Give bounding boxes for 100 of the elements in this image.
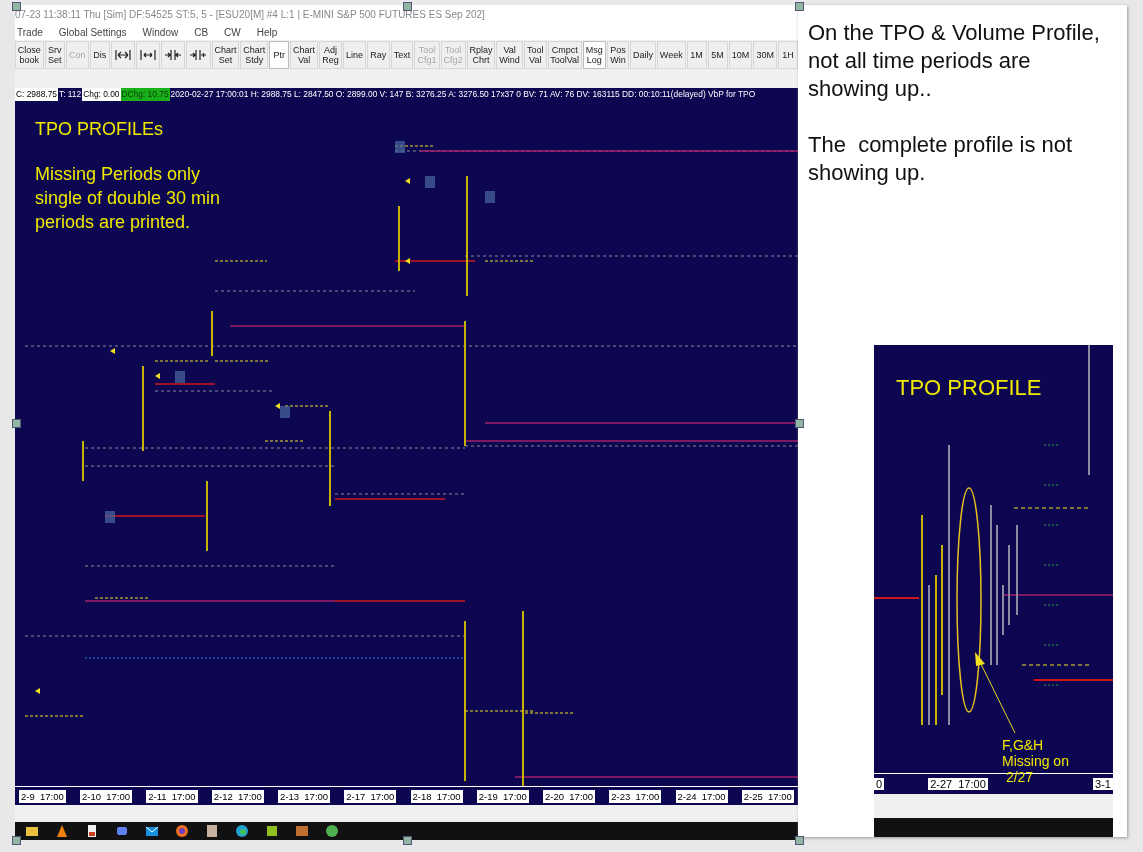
toolbar-button[interactable]: Chart Val xyxy=(290,40,318,69)
status-field: DChg: 10.75 xyxy=(120,87,170,101)
toolbar-button[interactable]: Val Wind xyxy=(496,40,523,69)
range-icon xyxy=(139,47,158,62)
toolbar-button[interactable] xyxy=(110,40,135,69)
toolbar-button[interactable]: Srv Set xyxy=(44,40,65,69)
toolbar-button[interactable] xyxy=(161,40,186,69)
mail-icon[interactable] xyxy=(145,824,159,838)
chart-heading: TPO PROFILEs xyxy=(35,118,165,140)
chart-heading: TPO PROFILE xyxy=(895,374,1042,401)
app-icon[interactable] xyxy=(295,824,309,838)
level-line xyxy=(264,440,306,442)
menu-item[interactable]: CB xyxy=(192,26,211,38)
toolbar-button[interactable]: Chart Stdy xyxy=(240,40,269,69)
date-label: 2-23 17:00 xyxy=(609,789,662,803)
toolbar-button[interactable]: Dis xyxy=(89,40,110,69)
toolbar-button[interactable]: Rplay Chrt xyxy=(466,40,496,69)
menu-item[interactable]: Help xyxy=(254,26,280,38)
date-label: 2-9 17:00 xyxy=(19,789,66,803)
selection-handle[interactable] xyxy=(403,2,412,11)
level-line xyxy=(1043,444,1060,446)
cone-icon[interactable] xyxy=(55,824,69,838)
toolbar-button[interactable]: Adj Reg xyxy=(319,40,342,69)
level-line xyxy=(1043,484,1060,486)
poc-line xyxy=(154,383,216,385)
date-label: 2-13 17:00 xyxy=(278,789,331,803)
marker-icon xyxy=(275,402,280,409)
chart-note: Missing Periods only single of double 30 min periods are printed. xyxy=(35,162,222,234)
toolbar-button[interactable]: Pos Win xyxy=(606,40,629,69)
selection-handle[interactable] xyxy=(12,419,21,428)
document-icon[interactable] xyxy=(85,824,99,838)
volume-block xyxy=(425,175,435,188)
date-label: 2-20 17:00 xyxy=(543,789,596,803)
chat-icon[interactable] xyxy=(115,824,129,838)
date-label: 3-1 xyxy=(1093,778,1113,790)
toolbar-button[interactable]: Line xyxy=(342,40,367,69)
range-icon xyxy=(164,47,183,62)
toolbar-button[interactable]: 1M xyxy=(686,40,707,69)
note-text: The complete profile is not showing up. xyxy=(808,131,1074,187)
toolbar-button[interactable]: Chart Set xyxy=(211,40,240,69)
toolbar-button[interactable]: Cmpct ToolVal xyxy=(547,40,582,69)
menu-item[interactable]: Window xyxy=(140,26,181,38)
selection-handle[interactable] xyxy=(795,836,804,845)
toolbar-button[interactable]: 1H xyxy=(778,40,798,69)
level-line xyxy=(1043,684,1060,686)
menu-item[interactable]: CW xyxy=(222,26,243,38)
date-label: 2-25 17:00 xyxy=(741,789,794,803)
level-line xyxy=(1043,604,1060,606)
level-line xyxy=(154,360,211,362)
app-icon[interactable] xyxy=(205,824,219,838)
selection-handle[interactable] xyxy=(403,836,412,845)
level-line xyxy=(214,360,271,362)
toolbar-button[interactable]: Daily xyxy=(629,40,656,69)
range-icon xyxy=(189,47,208,62)
range-icon xyxy=(113,47,132,62)
date-label: 2-10 17:00 xyxy=(79,789,133,803)
date-label: 0 xyxy=(874,778,885,790)
callout-text: F,G&H Missing on 2/27 xyxy=(1002,737,1069,785)
toolbar-button[interactable] xyxy=(186,40,211,69)
marker-icon xyxy=(110,347,115,354)
status-field: T: 112 xyxy=(58,87,83,101)
level-line xyxy=(94,597,151,599)
volume-block xyxy=(105,510,115,523)
globe-icon[interactable] xyxy=(325,824,339,838)
toolbar-button[interactable]: Week xyxy=(656,40,686,69)
level-line xyxy=(24,715,86,717)
toolbar-button[interactable]: Tool Val xyxy=(523,40,547,69)
browser-icon[interactable] xyxy=(235,824,249,838)
status-field: 2020-02-27 17:00:01 H: 2988.75 L: 2847.50 O: 2899.00 V: 147 B: 3276.25 A: 3276.50 17x37 0 BV: 71 AV: 76 DV: 163115 DD: 00:10:11(delayed) VbP for TPO xyxy=(169,87,757,101)
status-field: Chg: 0.00 xyxy=(82,87,121,101)
toolbar-button[interactable]: Ray xyxy=(367,40,390,69)
toolbar-button[interactable]: 5M xyxy=(707,40,728,69)
level-line xyxy=(1043,564,1060,566)
level-line xyxy=(1043,524,1060,526)
toolbar-button[interactable]: Close book xyxy=(15,40,44,69)
volume-block xyxy=(395,140,405,153)
menu-item[interactable]: Trade xyxy=(15,26,45,38)
marker-icon xyxy=(405,257,410,264)
date-label: 2-19 17:00 xyxy=(476,789,529,803)
toolbar-button[interactable]: 30M xyxy=(753,40,778,69)
date-label: 2-11 17:00 xyxy=(146,789,198,803)
browser-icon[interactable] xyxy=(175,824,189,838)
date-label: 2-17 17:00 xyxy=(344,789,397,803)
selection-handle[interactable] xyxy=(12,836,21,845)
toolbar-button[interactable]: Text xyxy=(390,40,414,69)
toolbar-button[interactable]: Msg Log xyxy=(582,40,606,69)
app-icon[interactable] xyxy=(265,824,279,838)
status-field: C: 2988.75 xyxy=(15,87,58,101)
poc-line xyxy=(874,597,920,599)
selection-handle[interactable] xyxy=(795,2,804,11)
volume-block xyxy=(485,190,495,203)
toolbar-button[interactable] xyxy=(135,40,161,69)
date-label: 2-24 17:00 xyxy=(675,789,728,803)
menu-item[interactable]: Global Settings xyxy=(56,26,129,38)
selection-handle[interactable] xyxy=(12,2,21,11)
marker-icon xyxy=(35,687,40,694)
toolbar-button[interactable]: 10M xyxy=(728,40,753,69)
toolbar-button[interactable]: Ptr xyxy=(269,40,290,69)
folder-icon[interactable] xyxy=(25,824,39,838)
selection-handle[interactable] xyxy=(795,419,804,428)
